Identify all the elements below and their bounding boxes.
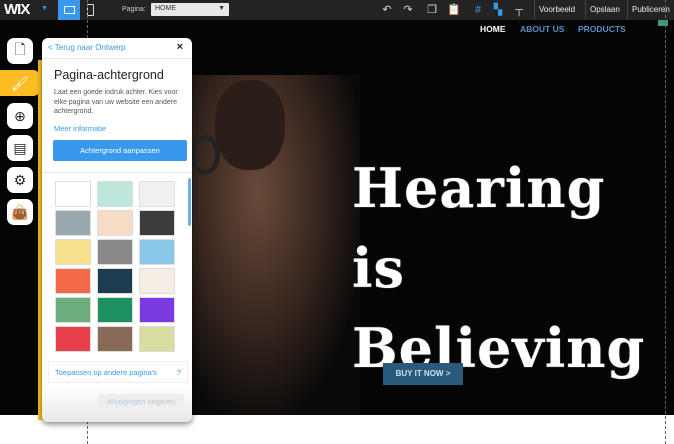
snap-icon[interactable]: ▚ [491, 3, 505, 17]
scrollbar[interactable] [188, 178, 191, 226]
gridlines-icon[interactable]: # [471, 3, 485, 17]
background-swatch[interactable] [139, 181, 175, 207]
sidebar-settings-button[interactable]: ⚙ [7, 167, 33, 193]
chevron-down-icon: ▼ [218, 5, 225, 12]
menu-toggle[interactable] [658, 20, 668, 26]
background-swatch[interactable] [139, 210, 175, 236]
hero-headline[interactable]: Hearing is Believing [352, 148, 674, 388]
buy-it-now-button[interactable]: BUY IT NOW > [383, 363, 463, 385]
sidebar-store-button[interactable]: ▤ [7, 135, 33, 161]
back-to-design-link[interactable]: < Terug naar Ontwerp [48, 43, 125, 52]
headline-line-1: Hearing is [352, 156, 606, 300]
background-swatch[interactable] [97, 210, 133, 236]
background-swatch[interactable] [139, 239, 175, 265]
page-select[interactable]: HOME ▼ [151, 3, 229, 16]
preview-button[interactable]: Voorbeeld [534, 0, 579, 20]
chevron-down-icon[interactable]: ▼ [41, 5, 48, 12]
nav-home[interactable]: HOME [480, 24, 506, 34]
apply-label: Toepassen op andere pagina's [55, 368, 157, 377]
panel-title: Pagina-achtergrond [54, 68, 164, 82]
background-swatch[interactable] [139, 268, 175, 294]
page-select-value: HOME [155, 5, 176, 12]
nav-products[interactable]: PRODUCTS [578, 24, 626, 34]
divider [42, 58, 192, 59]
apply-to-other-pages-link[interactable]: Toepassen op andere pagina's? [48, 361, 188, 383]
close-icon[interactable]: × [177, 41, 183, 53]
undo-icon[interactable]: ↶ [380, 3, 394, 17]
sidebar-pages-button[interactable]: 🗋 [7, 38, 33, 64]
background-swatch[interactable] [55, 239, 91, 265]
background-swatch[interactable] [139, 297, 175, 323]
shopping-bag-icon: 👜 [11, 203, 29, 220]
headphones-image [190, 135, 220, 175]
add-icon: ⊕ [14, 107, 26, 124]
background-swatch-grid [55, 181, 185, 352]
sidebar-background-button[interactable]: 🖌 [0, 70, 40, 96]
background-swatch[interactable] [55, 210, 91, 236]
background-swatch[interactable] [55, 181, 91, 207]
mobile-view-button[interactable] [87, 4, 94, 16]
copy-icon[interactable]: ❐ [425, 3, 439, 17]
background-swatch[interactable] [97, 297, 133, 323]
page-boundary-right [665, 0, 666, 444]
redo-icon[interactable]: ↷ [401, 3, 415, 17]
panel-description: Laat een goede indruk achter. Kies voor … [54, 89, 178, 115]
more-info-link[interactable]: Meer informatie [54, 124, 106, 133]
divider [42, 172, 192, 173]
desktop-icon [63, 6, 75, 14]
wix-logo[interactable]: WIX [4, 1, 30, 18]
customize-background-button[interactable]: Achtergrond aanpassen [53, 140, 187, 161]
gear-icon: ⚙ [13, 171, 27, 188]
sidebar-shop-button[interactable]: 👜 [7, 199, 33, 225]
background-swatch[interactable] [55, 297, 91, 323]
background-swatch[interactable] [55, 268, 91, 294]
page-label: Pagina: [122, 6, 146, 13]
background-swatch[interactable] [97, 268, 133, 294]
discard-changes-button[interactable]: Wijzigingen negeren [98, 394, 184, 409]
background-swatch[interactable] [97, 326, 133, 352]
background-panel: < Terug naar Ontwerp × Pagina-achtergron… [42, 38, 192, 422]
paintbrush-icon: 🖌 [11, 74, 29, 91]
background-swatch[interactable] [55, 326, 91, 352]
desktop-view-button[interactable] [58, 0, 80, 20]
background-swatch[interactable] [97, 181, 133, 207]
nav-about-us[interactable]: ABOUT US [520, 24, 564, 34]
page-icon: 🗋 [14, 41, 26, 57]
save-button[interactable]: Opslaan [585, 0, 624, 20]
background-swatch[interactable] [97, 239, 133, 265]
paste-icon[interactable]: 📋 [447, 3, 461, 17]
background-swatch[interactable] [139, 326, 175, 352]
hero-image-head [215, 80, 285, 170]
sidebar-add-button[interactable]: ⊕ [7, 103, 33, 129]
editor-toolbar: WIX ▼ Pagina: HOME ▼ ↶ ↷ ❐ 📋 # ▚ ┬ Voorbe… [0, 0, 674, 20]
ruler-icon[interactable]: ┬ [512, 3, 526, 17]
help-icon[interactable]: ? [177, 362, 181, 384]
store-icon: ▤ [13, 139, 27, 156]
publish-button[interactable]: Publiceren [627, 0, 674, 20]
